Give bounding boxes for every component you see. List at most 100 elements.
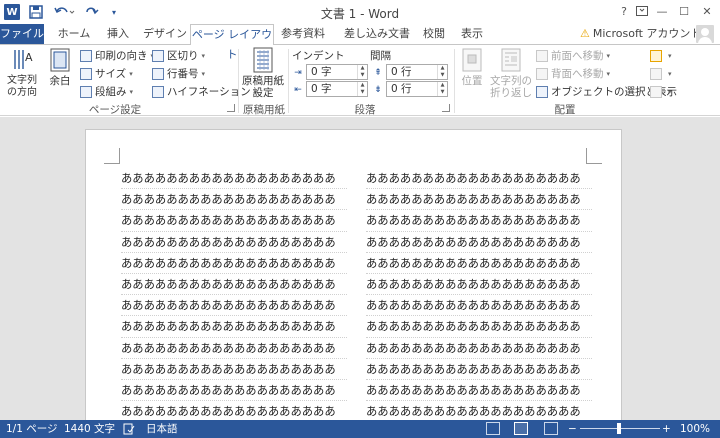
text-line[interactable]: あああああああああああああああああああ <box>366 253 592 274</box>
page-setup-launcher-icon[interactable] <box>227 104 235 112</box>
line-numbers-icon <box>152 68 164 80</box>
position-button[interactable]: 位置 <box>458 47 486 87</box>
indent-left-input[interactable]: 0 字 ▲ ▼ <box>306 64 368 80</box>
breaks-button[interactable]: 区切り ▾ <box>152 48 205 64</box>
undo-icon[interactable] <box>52 3 76 21</box>
tab-review[interactable]: 校閲 <box>418 24 450 44</box>
spacing-after-input[interactable]: 0 行 ▲ ▼ <box>386 81 448 97</box>
text-line[interactable]: あああああああああああああああああああ <box>366 232 592 253</box>
size-button[interactable]: サイズ ▾ <box>80 66 133 82</box>
document-page[interactable]: あああああああああああああああああああ あああああああああああああああああああ ああ… <box>85 129 622 420</box>
text-line[interactable]: あああああああああああああああああああ <box>366 338 592 359</box>
indent-left-icon: ⇥ <box>294 68 302 78</box>
text-line[interactable]: あああああああああああああああああああ <box>121 359 347 380</box>
status-bar: 1/1 ページ 1440 文字 日本語 − + 100% <box>0 420 720 438</box>
text-line[interactable]: あああああああああああああああああああ <box>121 232 347 253</box>
print-layout-view-icon[interactable] <box>514 422 528 435</box>
text-line[interactable]: あああああああああああああああああああ <box>121 380 347 402</box>
customize-qat-icon[interactable]: ▾ <box>109 3 119 21</box>
zoom-slider-thumb[interactable] <box>617 423 621 434</box>
text-line[interactable]: あああああああああああああああああああ <box>121 189 347 211</box>
account-menu[interactable]: ⚠Microsoft アカウント▾ <box>580 24 708 44</box>
tab-references[interactable]: 参考資料 <box>278 24 328 44</box>
tab-insert[interactable]: 挿入 <box>100 24 136 44</box>
text-line[interactable]: あああああああああああああああああああ <box>121 316 347 338</box>
line-numbers-button[interactable]: 行番号 ▾ <box>152 66 205 82</box>
indent-right-input[interactable]: 0 字 ▲ ▼ <box>306 81 368 97</box>
proofing-icon[interactable] <box>123 420 135 438</box>
text-line[interactable]: あああああああああああああああああああ <box>121 274 347 296</box>
minimize-button[interactable]: — <box>652 2 672 20</box>
margins-button[interactable]: 余白 <box>46 47 74 87</box>
indent-label: インデント <box>292 50 345 62</box>
manuscript-settings-button[interactable]: 原稿用紙 設定 <box>240 47 286 99</box>
close-button[interactable]: ✕ <box>697 2 717 20</box>
text-line[interactable]: あああああああああああああああああああ <box>366 189 592 211</box>
text-line[interactable]: あああああああああああああああああああ <box>366 274 592 296</box>
bring-forward-button[interactable]: 前面へ移動 ▾ <box>536 48 610 64</box>
chevron-down-icon: ▾ <box>668 70 672 78</box>
text-column-left[interactable]: あああああああああああああああああああ あああああああああああああああああああ ああ… <box>121 168 347 420</box>
paragraph-launcher-icon[interactable] <box>442 104 450 112</box>
redo-icon[interactable] <box>82 3 106 21</box>
text-line[interactable]: あああああああああああああああああああ <box>366 359 592 380</box>
zoom-in-button[interactable]: + <box>662 420 671 438</box>
save-icon[interactable] <box>28 3 44 21</box>
language-indicator[interactable]: 日本語 <box>146 420 178 438</box>
spinner-arrows-icon[interactable]: ▲ ▼ <box>357 82 367 96</box>
spacing-label: 間隔 <box>370 50 391 62</box>
web-layout-view-icon[interactable] <box>544 422 558 435</box>
spinner-arrows-icon[interactable]: ▲ ▼ <box>357 65 367 79</box>
word-count[interactable]: 1440 文字 <box>64 420 115 438</box>
send-backward-button[interactable]: 背面へ移動 ▾ <box>536 66 610 82</box>
text-line[interactable]: あああああああああああああああああああ <box>366 210 592 232</box>
text-line[interactable]: あああああああああああああああああああ <box>121 401 347 420</box>
wrap-text-button[interactable]: 文字列の 折り返し <box>490 47 532 99</box>
orientation-button[interactable]: 印刷の向き▾ <box>80 48 154 64</box>
text-line[interactable]: あああああああああああああああああああ <box>366 168 592 190</box>
text-line[interactable]: あああああああああああああああああああ <box>366 295 592 317</box>
help-button[interactable]: ? <box>614 2 634 20</box>
zoom-level[interactable]: 100% <box>680 420 710 438</box>
text-direction-button[interactable]: A 文字列の方向 <box>4 47 40 99</box>
columns-button[interactable]: 段組み ▾ <box>80 84 133 100</box>
maximize-button[interactable]: ☐ <box>674 2 694 20</box>
text-line[interactable]: あああああああああああああああああああ <box>121 338 347 359</box>
rotate-button[interactable]: ▾ <box>650 84 672 100</box>
text-line[interactable]: あああああああああああああああああああ <box>366 401 592 420</box>
text-line[interactable]: あああああああああああああああああああ <box>366 380 592 402</box>
ribbon-display-options-button[interactable] <box>632 2 652 20</box>
tab-file[interactable]: ファイル <box>0 24 44 44</box>
group-objects-button[interactable]: ▾ <box>650 66 672 82</box>
document-area[interactable]: あああああああああああああああああああ あああああああああああああああああああ ああ… <box>0 117 720 420</box>
tab-home[interactable]: ホーム <box>52 24 96 44</box>
text-line[interactable]: あああああああああああああああああああ <box>366 316 592 338</box>
spinner-arrows-icon[interactable]: ▲ ▼ <box>437 82 447 96</box>
send-backward-icon <box>536 68 548 80</box>
group-divider <box>288 49 289 113</box>
text-direction-label: 文字列の方向 <box>7 75 37 98</box>
word-app-icon[interactable]: W <box>4 4 20 20</box>
chevron-down-icon: ▾ <box>668 88 672 96</box>
text-direction-icon: A <box>14 50 33 69</box>
indent-right-value: 0 字 <box>311 83 332 95</box>
chevron-down-icon: ▾ <box>129 88 134 96</box>
text-line[interactable]: あああああああああああああああああああ <box>121 168 347 190</box>
text-column-right[interactable]: あああああああああああああああああああ あああああああああああああああああああ ああ… <box>366 168 592 420</box>
align-button[interactable]: ▾ <box>650 48 672 64</box>
read-mode-view-icon[interactable] <box>486 422 500 435</box>
columns-icon <box>80 86 92 98</box>
text-line[interactable]: あああああああああああああああああああ <box>121 210 347 232</box>
avatar[interactable] <box>696 25 714 43</box>
text-line[interactable]: あああああああああああああああああああ <box>121 253 347 274</box>
tab-mailings[interactable]: 差し込み文書 <box>338 24 416 44</box>
tab-view[interactable]: 表示 <box>456 24 488 44</box>
tab-design[interactable]: デザイン <box>140 24 190 44</box>
page-count[interactable]: 1/1 ページ <box>6 420 58 438</box>
spinner-arrows-icon[interactable]: ▲ ▼ <box>437 65 447 79</box>
text-line[interactable]: あああああああああああああああああああ <box>121 295 347 317</box>
send-backward-label: 背面へ移動 <box>551 68 604 80</box>
tab-page-layout[interactable]: ページ レイアウト <box>190 24 274 61</box>
spacing-before-input[interactable]: 0 行 ▲ ▼ <box>386 64 448 80</box>
zoom-out-button[interactable]: − <box>568 420 577 438</box>
